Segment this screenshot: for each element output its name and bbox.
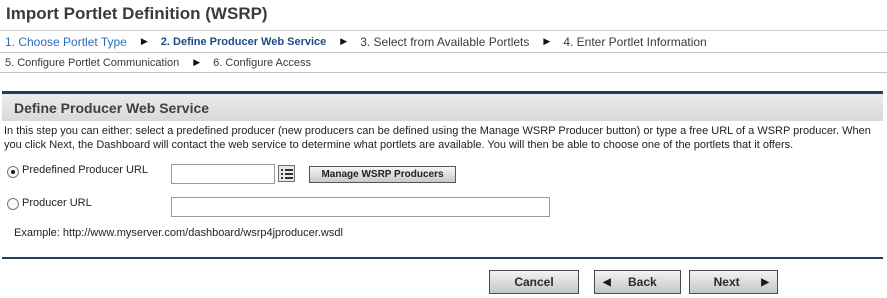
page-title: Import Portlet Definition (WSRP) [6,4,268,23]
manage-wsrp-producers-button[interactable]: Manage WSRP Producers [309,166,456,183]
predefined-producer-radio[interactable] [7,166,19,178]
wizard-steps-row-1: 1. Choose Portlet Type ▶ 2. Define Produ… [0,31,887,52]
next-arrow-icon: ▶ [761,276,769,288]
radio-selected-dot [11,170,15,174]
step-define-producer-current: 2. Define Producer Web Service [160,35,327,48]
next-button-label: Next [713,275,740,289]
producer-url-label: Producer URL [22,197,92,209]
back-button-label: Back [628,275,657,289]
cancel-button-label: Cancel [514,275,554,289]
step-configure-communication: 5. Configure Portlet Communication [5,56,180,69]
back-button[interactable]: ◀ Back [594,270,681,294]
producer-url-radio[interactable] [7,198,19,210]
step-separator-icon: ▶ [543,36,551,46]
list-picker-icon[interactable] [278,165,295,182]
step-select-portlets: 3. Select from Available Portlets [360,34,530,49]
cancel-button[interactable]: Cancel [489,270,579,294]
wizard-steps-row-2: 5. Configure Portlet Communication ▶ 6. … [0,52,887,73]
step-separator-icon: ▶ [340,36,348,46]
section-intro-text: In this step you can either: select a pr… [4,125,871,151]
predefined-producer-label: Predefined Producer URL [22,164,148,176]
predefined-producer-input[interactable] [171,164,275,184]
section-title: Define Producer Web Service [2,94,883,121]
steps-divider [0,72,887,73]
next-button[interactable]: Next ▶ [689,270,778,294]
example-url-text: Example: http://www.myserver.com/dashboa… [14,227,343,239]
step-choose-portlet-type[interactable]: 1. Choose Portlet Type [5,35,127,49]
step-configure-access: 6. Configure Access [213,56,312,69]
step-enter-portlet-info: 4. Enter Portlet Information [563,34,707,49]
producer-url-input[interactable] [171,197,550,217]
back-arrow-icon: ◀ [603,276,611,288]
step-separator-icon: ▶ [193,57,201,67]
footer-divider [2,257,883,259]
step-separator-icon: ▶ [140,36,148,46]
